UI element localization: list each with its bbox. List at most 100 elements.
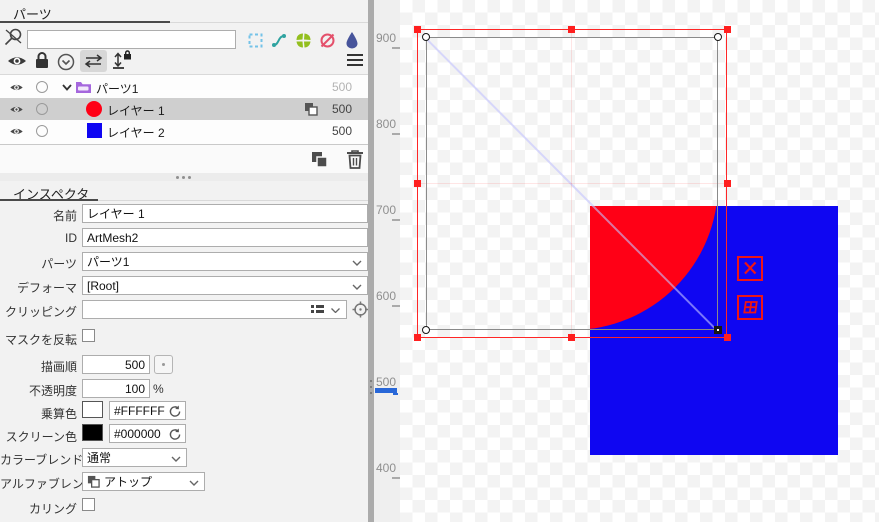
row-label[interactable]: パーツ1 [96, 80, 138, 97]
draw-order-label: 描画順 [40, 360, 77, 374]
culling-checkbox[interactable] [82, 498, 95, 511]
ruler-label: 700 [375, 203, 396, 217]
selection-handle-s[interactable] [568, 334, 575, 341]
selection-handle-ne[interactable] [724, 26, 731, 33]
deformer-select[interactable]: [Root] [82, 276, 368, 295]
order-lock-icon[interactable] [110, 49, 133, 72]
color-blend-select[interactable]: 通常 [82, 448, 187, 467]
selection-handle-w[interactable] [414, 180, 421, 187]
menu-icon[interactable] [347, 54, 363, 66]
row-label[interactable]: レイヤー 1 [107, 102, 165, 119]
trash-icon[interactable] [346, 149, 364, 169]
row-radio-icon[interactable] [36, 125, 48, 137]
mask-invert-checkbox[interactable] [82, 329, 95, 342]
tab-parts-underline [0, 21, 170, 23]
pen-icon[interactable] [343, 31, 361, 50]
row-draw-order: 500 [331, 124, 352, 138]
screen-color-swatch[interactable] [82, 424, 103, 441]
selection-handle-nw[interactable] [414, 26, 421, 33]
ruler-label: 900 [375, 31, 396, 45]
list-picker-icon[interactable] [311, 304, 324, 316]
alpha-blend-label: アルファブレンド [0, 477, 96, 491]
row-label[interactable]: レイヤー 2 [107, 124, 165, 141]
clipping-label: クリッピング [4, 305, 77, 319]
ruler-label: 500 [375, 375, 396, 389]
selection-handle-sw[interactable] [414, 334, 421, 341]
selection-handle-e[interactable] [724, 180, 731, 187]
ruler-label: 600 [375, 289, 396, 303]
chevron-circle-icon[interactable] [57, 53, 75, 71]
lock-icon[interactable] [34, 51, 50, 70]
draw-order-key-button[interactable] [154, 355, 173, 374]
list-item-layer1-selected[interactable]: レイヤー 1 500 [0, 98, 368, 120]
multiply-color-swatch[interactable] [82, 401, 103, 418]
name-label: 名前 [52, 209, 77, 223]
list-item-layer2[interactable]: レイヤー 2 500 [0, 120, 368, 142]
canvas-viewport[interactable] [400, 0, 879, 522]
mesh-grid-box-icon[interactable] [737, 295, 763, 320]
chevron-down-icon [352, 260, 362, 266]
mask-invert-label: マスクを反転 [4, 333, 77, 347]
blend-x-box-icon[interactable] [737, 256, 763, 281]
alpha-blend-value: アトップ [104, 475, 153, 489]
pick-target-icon[interactable] [352, 301, 369, 318]
chevron-down-icon [189, 480, 199, 486]
screen-hex-input[interactable]: #000000 [109, 424, 186, 443]
reset-icon[interactable] [168, 405, 181, 418]
layer1-thumbnail [86, 101, 102, 117]
selection-handle-se[interactable] [724, 334, 731, 341]
chevron-down-icon [171, 456, 181, 462]
layer2-thumbnail [87, 123, 102, 138]
ruler-label: 400 [375, 461, 396, 475]
visibility-eye-icon[interactable] [7, 53, 27, 69]
alpha-blend-select[interactable]: アトップ [82, 472, 205, 491]
row-draw-order: 500 [331, 102, 352, 116]
parts-search-input[interactable] [27, 30, 236, 49]
splitter-grip-icon [370, 376, 372, 398]
swap-arrows-icon [84, 54, 103, 68]
multiply-hex-value: #FFFFFF [114, 403, 165, 418]
parts-select-value: パーツ1 [87, 255, 130, 269]
opacity-input[interactable] [82, 379, 150, 398]
row-radio-icon[interactable] [36, 103, 48, 115]
rotate-off-icon[interactable] [319, 32, 336, 49]
row-radio-icon[interactable] [36, 81, 48, 93]
culling-label: カリング [28, 502, 77, 516]
chevron-down-icon[interactable] [331, 308, 340, 313]
row-eye-icon[interactable] [9, 82, 24, 93]
name-input[interactable] [82, 204, 368, 223]
opacity-unit: % [153, 382, 164, 396]
duplicate-icon[interactable] [311, 151, 328, 168]
draw-order-ruler: 900 800 700 600 500 400 [374, 0, 400, 522]
list-footer [0, 145, 368, 173]
row-eye-icon[interactable] [9, 126, 24, 137]
row-eye-icon[interactable] [9, 104, 24, 115]
panel-splitter-horizontal[interactable] [0, 173, 368, 181]
row-draw-order: 500 [331, 80, 352, 94]
clipping-input[interactable] [82, 300, 347, 319]
multiply-hex-input[interactable]: #FFFFFF [109, 401, 186, 420]
reset-icon[interactable] [168, 428, 181, 441]
opacity-label: 不透明度 [28, 384, 77, 398]
swap-order-button[interactable] [80, 50, 107, 72]
parts-label: パーツ [41, 257, 77, 271]
dot-icon [162, 363, 165, 366]
quad-paint-icon[interactable] [295, 32, 312, 49]
ruler-label: 800 [375, 117, 396, 131]
filter-search-icon[interactable] [3, 27, 24, 48]
screen-hex-value: #000000 [114, 426, 161, 441]
parts-select[interactable]: パーツ1 [82, 252, 368, 271]
draw-order-input[interactable] [82, 355, 150, 374]
list-item-parts1[interactable]: パーツ1 500 [0, 76, 368, 98]
selection-box[interactable] [417, 29, 727, 338]
marquee-icon[interactable] [247, 32, 264, 49]
selection-handle-n[interactable] [568, 26, 575, 33]
chevron-down-icon [352, 284, 362, 290]
multiply-color-label: 乗算色 [40, 407, 77, 421]
splitter-grip-icon [176, 176, 191, 179]
expand-chevron-icon[interactable] [62, 84, 72, 91]
layer-list: パーツ1 500 レイヤー 1 500 レイヤー 2 500 [0, 75, 368, 144]
bezier-curve-icon[interactable] [271, 32, 288, 49]
id-input[interactable] [82, 228, 368, 247]
id-label: ID [65, 231, 77, 245]
